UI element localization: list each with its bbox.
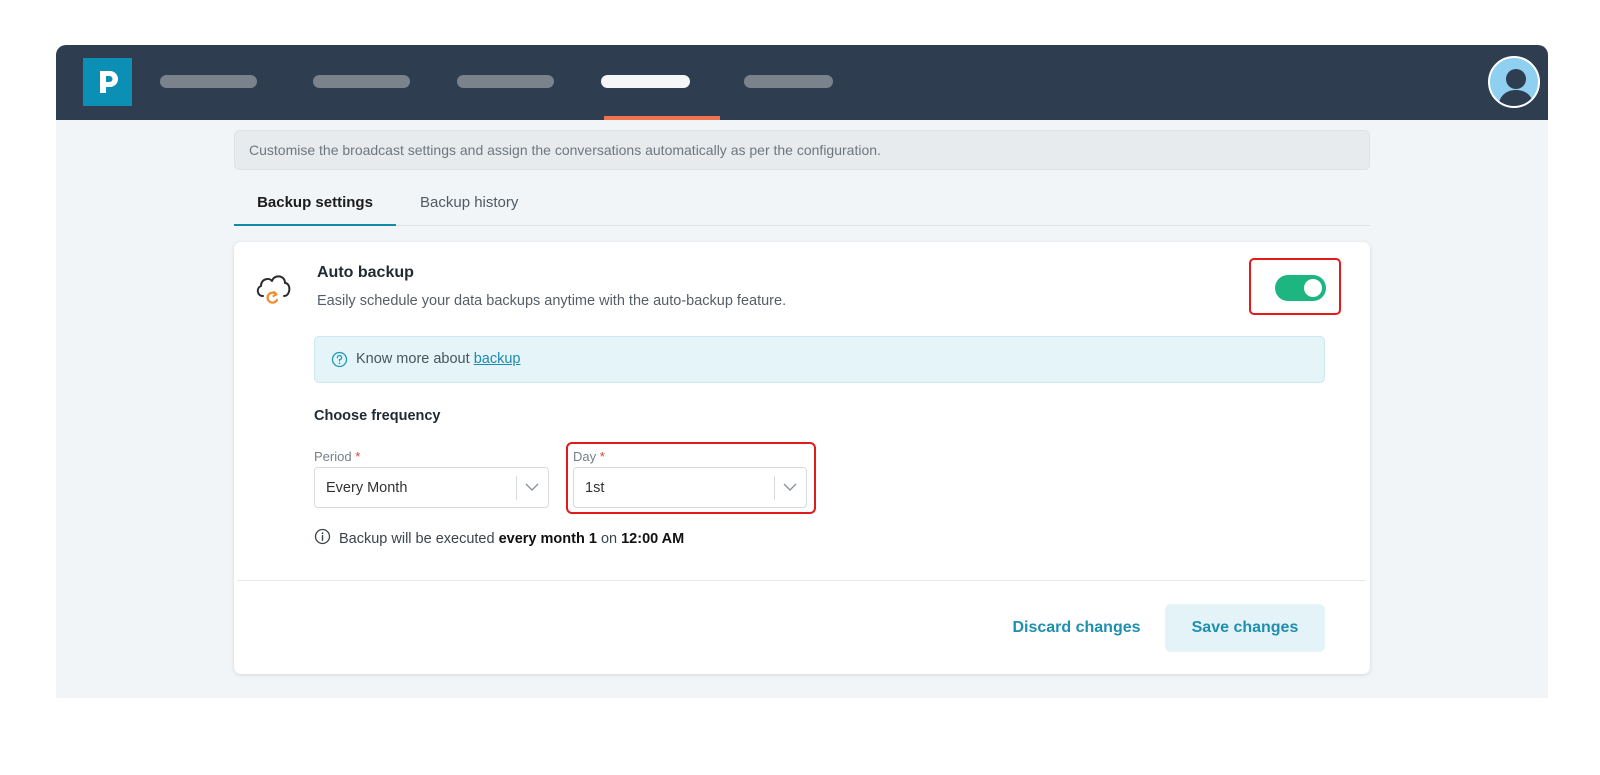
discard-changes-button[interactable]: Discard changes — [1004, 604, 1149, 652]
nav-item-3[interactable] — [457, 75, 554, 88]
day-select[interactable]: 1st — [573, 467, 807, 508]
period-select[interactable]: Every Month — [314, 467, 549, 508]
p-logo-icon[interactable] — [83, 58, 132, 106]
nav-item-2[interactable] — [313, 75, 410, 88]
card-divider — [238, 580, 1366, 581]
question-circle-icon — [331, 351, 348, 372]
day-label: Day * — [573, 449, 605, 464]
toggle-highlight-box — [1249, 258, 1341, 315]
select-separator — [774, 476, 775, 500]
day-value: 1st — [585, 480, 605, 496]
help-info-box: Know more about backup — [314, 336, 1325, 383]
app-window: Customise the broadcast settings and ass… — [56, 45, 1548, 698]
top-navigation-bar — [56, 45, 1548, 120]
cloud-sync-icon — [252, 268, 294, 310]
select-separator — [516, 476, 517, 500]
tab-backup-history[interactable]: Backup history — [420, 190, 518, 226]
period-value: Every Month — [326, 480, 408, 496]
nav-item-1[interactable] — [160, 75, 257, 88]
help-text: Know more about — [356, 351, 474, 367]
chevron-down-icon — [782, 479, 798, 495]
chevron-down-icon — [524, 479, 540, 495]
schedule-summary: Backup will be executed every month 1 on… — [314, 528, 684, 549]
auto-backup-subtitle: Easily schedule your data backups anytim… — [317, 293, 787, 309]
active-nav-indicator — [604, 116, 720, 120]
info-circle-icon — [314, 528, 331, 549]
auto-backup-toggle[interactable] — [1275, 275, 1326, 301]
backup-help-link[interactable]: backup — [474, 351, 521, 367]
toggle-knob — [1304, 279, 1322, 297]
schedule-frequency: every month 1 — [498, 530, 597, 547]
period-label: Period * — [314, 449, 361, 464]
schedule-time: 12:00 AM — [621, 530, 685, 547]
user-avatar-icon[interactable] — [1488, 56, 1540, 108]
nav-item-active[interactable] — [601, 75, 690, 88]
auto-backup-card: Auto backup Easily schedule your data ba… — [234, 242, 1370, 674]
tab-backup-settings[interactable]: Backup settings — [234, 190, 396, 226]
nav-item-5[interactable] — [744, 75, 833, 88]
settings-tabs: Backup settings Backup history — [234, 190, 1370, 226]
settings-description-banner: Customise the broadcast settings and ass… — [234, 130, 1370, 170]
save-changes-button[interactable]: Save changes — [1165, 604, 1325, 652]
choose-frequency-title: Choose frequency — [314, 408, 441, 424]
auto-backup-title: Auto backup — [317, 264, 414, 281]
